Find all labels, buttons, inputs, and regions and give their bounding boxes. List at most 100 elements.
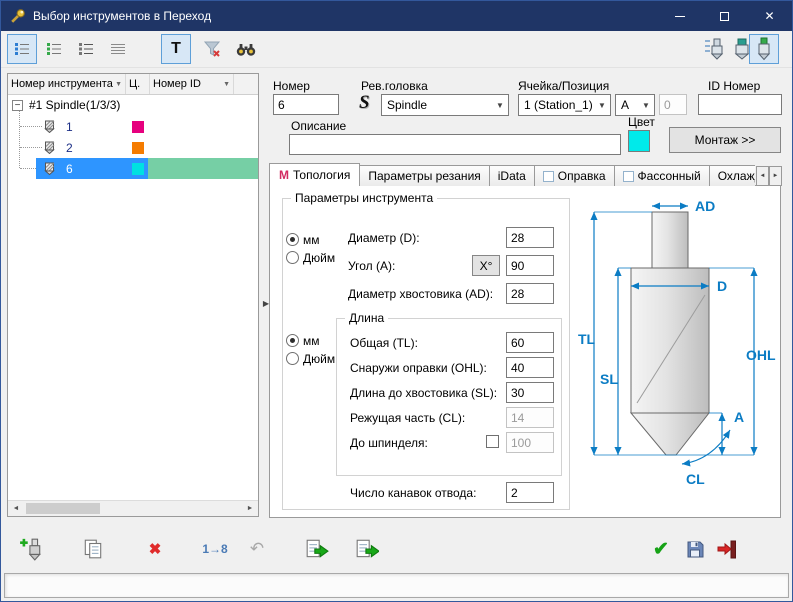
column-header-filler	[234, 74, 258, 94]
to-spindle-input	[506, 432, 554, 453]
undo-icon: ↶	[249, 539, 265, 558]
minimize-icon	[674, 15, 685, 17]
add-tool-button[interactable]	[15, 533, 47, 565]
minimize-button[interactable]	[657, 1, 702, 31]
tab-scroll-left-button[interactable]: ◄	[756, 166, 769, 186]
tool-group-row[interactable]: − #1 Spindle(1/3/3)	[8, 95, 258, 116]
scrollbar-thumb[interactable]	[26, 503, 100, 514]
group-label: #1 Spindle(1/3/3)	[29, 98, 121, 112]
tool-number: 1	[66, 120, 73, 134]
column-header-color[interactable]: Ц.	[126, 74, 150, 94]
check-icon: ✔	[653, 538, 669, 560]
tool-table: Номер инструмента ▼ Ц. Номер ID ▼ − #1 S…	[7, 73, 259, 517]
column-header-tool-number[interactable]: Номер инструмента ▼	[8, 74, 126, 94]
renumber-icon: 1→8	[202, 542, 228, 556]
rev-head-select[interactable]: Spindle ▼	[381, 94, 509, 116]
mount-button[interactable]: Монтаж >>	[669, 127, 781, 153]
to-spindle-checkbox[interactable]	[486, 435, 499, 448]
tool-icon	[44, 141, 55, 154]
show-tool-button[interactable]	[699, 34, 729, 64]
delete-tool-button[interactable]: ✖	[139, 533, 171, 565]
form-tool-tab-checkbox[interactable]	[622, 170, 634, 182]
column-header-id[interactable]: Номер ID ▼	[150, 74, 234, 94]
outside-holder-input[interactable]	[506, 357, 554, 378]
tool-color-swatch	[132, 163, 144, 175]
tree-collapse-icon[interactable]: −	[12, 100, 23, 111]
tool-color-picker[interactable]	[628, 130, 650, 152]
save-button[interactable]	[679, 533, 711, 565]
tool-table-body: − #1 Spindle(1/3/3) 1 2 6	[8, 95, 258, 500]
tool-number: 6	[66, 162, 73, 176]
undo-button[interactable]: ↶	[241, 533, 273, 565]
position-index-input	[659, 94, 687, 115]
scroll-left-icon[interactable]: ◄	[8, 501, 24, 516]
tab-holder[interactable]: Оправка	[533, 165, 615, 186]
length-group-title: Длина	[345, 311, 389, 325]
total-length-input[interactable]	[506, 332, 554, 353]
tool-row[interactable]: 1	[8, 116, 258, 137]
position-select[interactable]: A ▼	[615, 94, 655, 116]
delete-icon: ✖	[148, 541, 162, 558]
chevron-down-icon: ▼	[642, 100, 650, 110]
copy-tool-button[interactable]	[77, 533, 109, 565]
view-list-icon	[47, 43, 61, 55]
chevron-down-icon: ▼	[598, 100, 606, 110]
dim-sl-label: SL	[600, 371, 618, 387]
renumber-button[interactable]: 1→8	[193, 533, 237, 565]
view-details-button[interactable]	[71, 34, 101, 64]
dim-cl-label: CL	[686, 471, 705, 487]
exit-button[interactable]	[711, 533, 743, 565]
text-view-button[interactable]: T	[161, 34, 191, 64]
tab-form-tool[interactable]: Фассонный	[613, 165, 710, 186]
holder-tab-checkbox[interactable]	[542, 170, 554, 182]
length-mm-radio[interactable]	[286, 334, 299, 347]
tool-row[interactable]: 2	[8, 137, 258, 158]
horizontal-scrollbar[interactable]: ◄ ►	[8, 500, 258, 516]
text-view-icon: T	[171, 40, 181, 57]
clear-filter-button[interactable]	[197, 34, 227, 64]
copy-icon	[84, 539, 102, 559]
close-button[interactable]: ✕	[747, 1, 792, 31]
scroll-right-icon[interactable]: ►	[242, 501, 258, 516]
inch-radio[interactable]	[286, 251, 299, 264]
cutting-length-label: Режущая часть (CL):	[350, 411, 466, 425]
tab-coolant[interactable]: Охлаждение	[708, 165, 755, 186]
tab-idata[interactable]: iData	[488, 165, 535, 186]
angle-input[interactable]	[506, 255, 554, 276]
tab-cutting-params[interactable]: Параметры резания	[359, 165, 490, 186]
show-assembly-icon	[757, 37, 771, 61]
title-bar[interactable]: Выбор инструментов в Переход ✕	[1, 1, 792, 31]
import-table-button[interactable]	[301, 533, 333, 565]
view-tree-button[interactable]	[7, 34, 37, 64]
sort-filter-icon[interactable]: ▼	[221, 81, 230, 88]
shank-diameter-input[interactable]	[506, 283, 554, 304]
tab-topology[interactable]: M Топология	[269, 163, 361, 186]
length-inch-radio[interactable]	[286, 352, 299, 365]
maximize-button[interactable]	[702, 1, 747, 31]
tool-color-swatch	[132, 121, 144, 133]
show-assembly-button[interactable]	[749, 34, 779, 64]
angle-x-button[interactable]: X°	[472, 255, 500, 276]
sort-filter-icon[interactable]: ▼	[113, 81, 122, 88]
number-input[interactable]	[273, 94, 339, 115]
station-value: 1 (Station_1)	[524, 98, 593, 112]
tool-icon	[44, 162, 55, 175]
view-list-button[interactable]	[39, 34, 69, 64]
dim-ad-label: AD	[695, 198, 715, 214]
flutes-input[interactable]	[506, 482, 554, 503]
mm-radio[interactable]	[286, 233, 299, 246]
apply-button[interactable]: ✔	[645, 533, 677, 565]
description-input[interactable]	[289, 134, 621, 155]
group-title: Параметры инструмента	[291, 191, 438, 205]
tool-row-selected[interactable]: 6	[8, 158, 258, 179]
station-select[interactable]: 1 (Station_1) ▼	[518, 94, 611, 116]
column-label: Ц.	[129, 78, 141, 90]
find-button[interactable]	[231, 34, 261, 64]
dim-tl-label: TL	[578, 331, 596, 347]
tab-scroll-right-button[interactable]: ►	[769, 166, 782, 186]
export-table-button[interactable]	[351, 533, 383, 565]
diameter-input[interactable]	[506, 227, 554, 248]
shoulder-length-input[interactable]	[506, 382, 554, 403]
view-compact-button[interactable]	[103, 34, 133, 64]
id-number-input[interactable]	[698, 94, 782, 115]
